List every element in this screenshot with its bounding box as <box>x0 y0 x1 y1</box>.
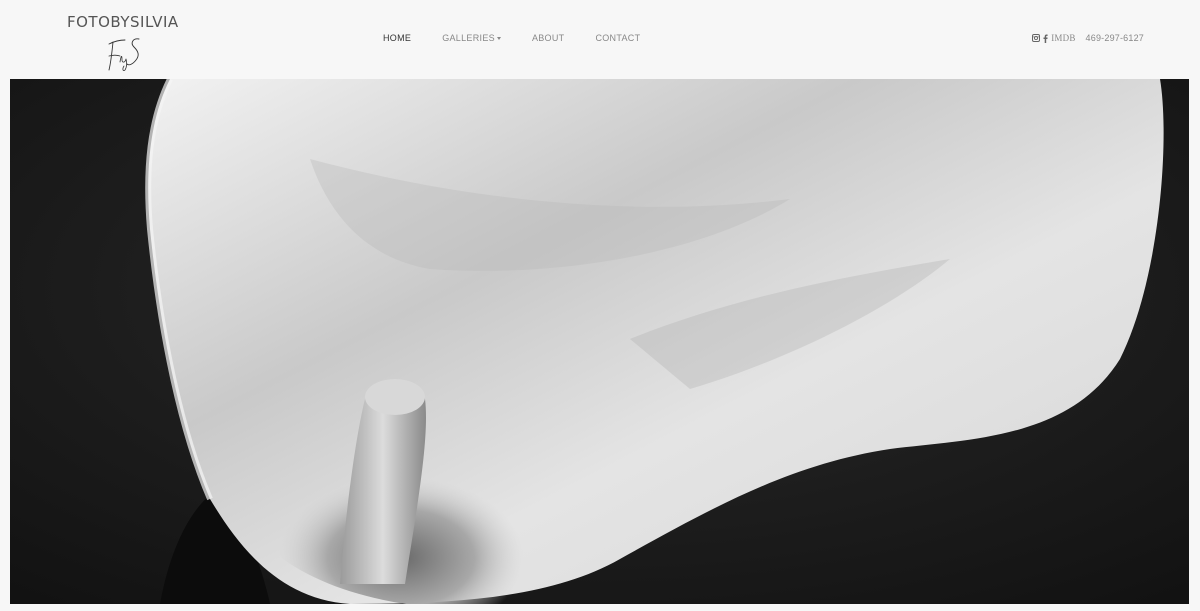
brand-name[interactable]: FOTOBYSILVIA <box>67 13 179 31</box>
nav-galleries[interactable]: GALLERIES <box>442 33 501 43</box>
calla-lily-photo <box>10 79 1189 604</box>
signature-logo-icon <box>108 38 140 72</box>
nav-home[interactable]: HOME <box>383 33 411 43</box>
site-header: FOTOBYSILVIA HOME GALLERIES ABOUT CONTAC… <box>0 0 1200 79</box>
imdb-link[interactable]: IMDB <box>1051 33 1075 43</box>
nav-about[interactable]: ABOUT <box>532 33 565 43</box>
phone-number[interactable]: 469-297-6127 <box>1086 33 1144 43</box>
social-links: IMDB 469-297-6127 <box>1032 33 1144 43</box>
hero-image <box>10 79 1189 604</box>
nav-contact[interactable]: CONTACT <box>595 33 640 43</box>
instagram-icon[interactable] <box>1032 34 1041 42</box>
caret-down-icon <box>496 36 501 40</box>
brand-logo[interactable]: FOTOBYSILVIA <box>67 13 187 75</box>
facebook-icon[interactable] <box>1043 34 1048 43</box>
nav-galleries-label: GALLERIES <box>442 33 495 43</box>
main-nav: HOME GALLERIES ABOUT CONTACT <box>383 33 640 43</box>
